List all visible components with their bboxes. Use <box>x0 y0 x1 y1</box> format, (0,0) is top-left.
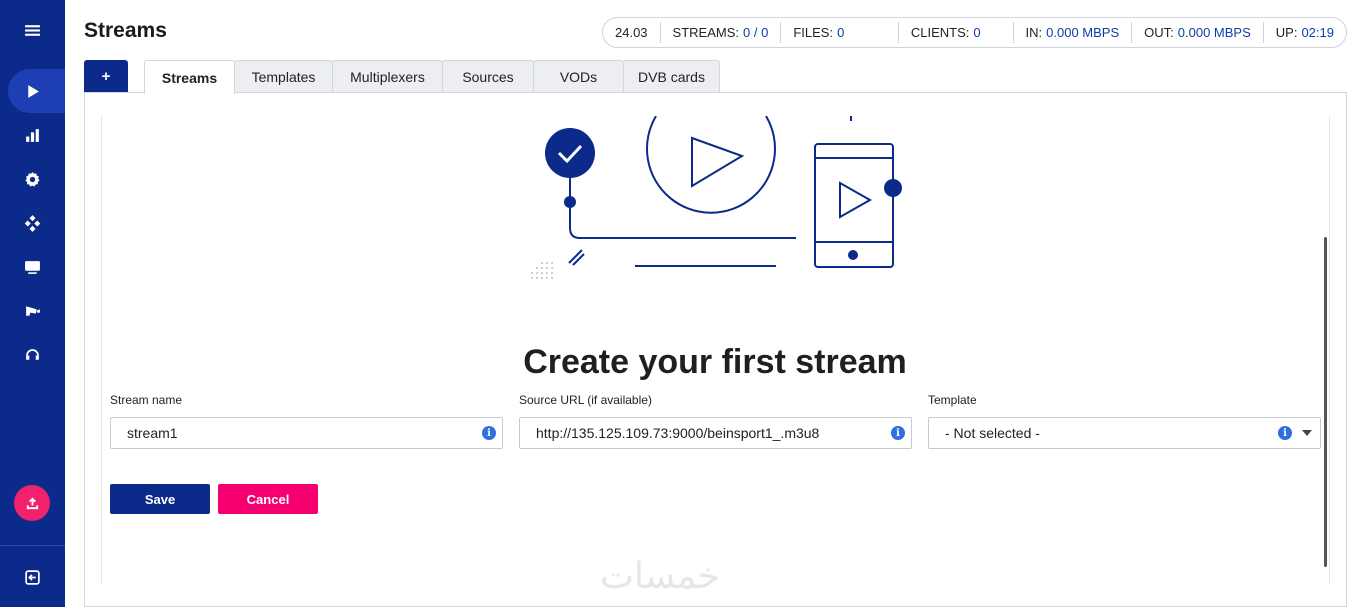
status-clients: CLIENTS: 0 <box>899 22 1014 43</box>
sidebar-divider <box>0 545 65 546</box>
template-selected-value: - Not selected - <box>945 425 1040 441</box>
empty-state-headline: Create your first stream <box>523 343 907 381</box>
tab-multiplexers[interactable]: Multiplexers <box>332 60 443 93</box>
cancel-button[interactable]: Cancel <box>218 484 318 514</box>
monitor-icon <box>25 260 40 274</box>
bar-chart-icon <box>26 128 39 142</box>
logout-button[interactable] <box>0 555 65 599</box>
stream-name-input[interactable] <box>127 425 502 441</box>
logout-icon <box>25 569 40 585</box>
stream-name-field[interactable]: i <box>110 417 503 449</box>
tab-dvb-cards[interactable]: DVB cards <box>623 60 720 93</box>
watermark: خمسات <box>600 556 721 597</box>
tab-sources[interactable]: Sources <box>442 60 534 93</box>
chevron-down-icon[interactable] <box>1302 430 1312 436</box>
save-button[interactable]: Save <box>110 484 210 514</box>
info-icon[interactable]: i <box>1278 426 1292 440</box>
tab-templates[interactable]: Templates <box>234 60 333 93</box>
camera-icon <box>26 305 40 316</box>
source-url-field[interactable]: i <box>519 417 912 449</box>
sidebar-item-camera[interactable] <box>0 289 65 333</box>
tab-vods[interactable]: VODs <box>533 60 624 93</box>
sidebar-item-stats[interactable] <box>0 113 65 157</box>
status-files: FILES: 0 <box>781 22 899 43</box>
sidebar <box>0 0 65 607</box>
gear-icon <box>25 171 40 187</box>
status-version: 24.03 <box>603 22 661 43</box>
play-icon <box>28 84 39 98</box>
upload-button[interactable] <box>14 485 50 521</box>
sidebar-item-monitor[interactable] <box>0 245 65 289</box>
empty-state-illustration <box>531 116 902 279</box>
page-title: Streams <box>84 19 167 42</box>
status-in: IN: 0.000 MBPS <box>1014 22 1133 43</box>
template-select[interactable]: - Not selected - i <box>928 417 1321 449</box>
network-icon <box>24 214 41 232</box>
stream-name-label: Stream name <box>110 393 183 407</box>
status-uptime: UP: 02:19 <box>1275 25 1334 40</box>
menu-icon[interactable] <box>0 8 65 52</box>
status-bar: 24.03 STREAMS: 0 / 0 FILES: 0 CLIENTS: 0 IN… <box>602 17 1347 48</box>
info-icon[interactable]: i <box>891 426 905 440</box>
source-url-input[interactable] <box>536 425 911 441</box>
status-streams: STREAMS: 0 / 0 <box>661 22 782 43</box>
upload-icon <box>26 496 38 509</box>
sidebar-item-network[interactable] <box>0 201 65 245</box>
sidebar-item-streams[interactable] <box>8 69 65 113</box>
scrollbar[interactable] <box>1324 237 1327 567</box>
template-label: Template <box>928 393 977 407</box>
sidebar-item-settings[interactable] <box>0 157 65 201</box>
source-url-label: Source URL (if available) <box>519 393 652 407</box>
tab-streams[interactable]: Streams <box>144 60 235 94</box>
add-stream-button[interactable]: + <box>84 60 128 92</box>
info-icon[interactable]: i <box>482 426 496 440</box>
status-out: OUT: 0.000 MBPS <box>1132 22 1264 43</box>
